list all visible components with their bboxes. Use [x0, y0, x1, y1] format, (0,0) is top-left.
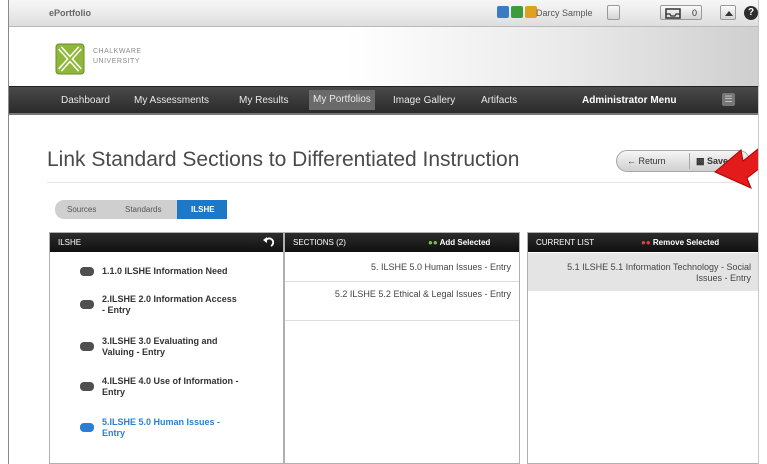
- section-label: 5. ILSHE 5.0 Human Issues - Entry: [370, 262, 511, 272]
- button-divider: [689, 153, 690, 169]
- return-label: Return: [638, 156, 666, 166]
- inbox-icon: [665, 8, 681, 19]
- tree-item-label: 5.ILSHE 5.0 Human Issues - Entry: [102, 417, 221, 438]
- nav-image-gallery[interactable]: Image Gallery: [393, 95, 455, 106]
- tree-item-label: 4.ILSHE 4.0 Use of Information - Entry: [102, 376, 239, 397]
- standard-icon: [80, 423, 94, 432]
- tree-item-label: 1.1.0 ILSHE Information Need: [102, 266, 228, 276]
- remove-selected-button[interactable]: ●● Remove Selected: [641, 238, 719, 247]
- ilshe-panel-header: ILSHE: [50, 233, 283, 252]
- logo-line-1: CHALKWARE: [93, 48, 142, 55]
- app-title: ePortfolio: [49, 8, 91, 18]
- app-switch-icon[interactable]: [497, 6, 509, 18]
- nav-artifacts[interactable]: Artifacts: [481, 95, 517, 106]
- inbox-count: 0: [692, 8, 698, 18]
- nav-administrator-menu[interactable]: Administrator Menu: [582, 95, 676, 106]
- breadcrumb-sources[interactable]: Sources: [55, 200, 113, 219]
- return-button[interactable]: ← Return: [627, 156, 666, 166]
- logo-band: CHALKWARE UNIVERSITY: [9, 27, 758, 86]
- tree-item-label: 3.ILSHE 3.0 Evaluating and Valuing - Ent…: [102, 336, 218, 357]
- current-list-title: CURRENT LIST: [536, 238, 595, 247]
- help-icon[interactable]: ?: [744, 6, 758, 20]
- breadcrumb-standards[interactable]: Standards: [113, 200, 177, 219]
- current-list-panel: CURRENT LIST ●● Remove Selected 5.1 ILSH…: [527, 232, 758, 464]
- tree-item-label: 2.ILSHE 2.0 Information Access - Entry: [102, 294, 237, 315]
- remove-users-icon: ●●: [641, 238, 651, 247]
- title-divider: [47, 182, 747, 183]
- ilshe-panel-title: ILSHE: [58, 238, 82, 247]
- main-nav: Dashboard My Assessments My Results My P…: [9, 86, 758, 115]
- sections-panel-title: SECTIONS (2): [293, 238, 346, 247]
- section-row[interactable]: 5. ILSHE 5.0 Human Issues - Entry: [285, 260, 519, 282]
- section-row[interactable]: 5.2 ILSHE 5.2 Ethical & Legal Issues - E…: [285, 287, 519, 321]
- app-window: ePortfolio Darcy Sample 0 ? CHALKWARE UN…: [8, 0, 759, 464]
- undo-icon[interactable]: [262, 236, 274, 248]
- breadcrumb-ilshe[interactable]: ILSHE: [177, 200, 227, 219]
- arrow-left-icon: ←: [627, 156, 636, 166]
- standard-icon: [80, 300, 94, 309]
- remove-selected-label: Remove Selected: [652, 238, 720, 247]
- nav-collapse-button[interactable]: ☰: [722, 93, 735, 106]
- university-logo[interactable]: CHALKWARE UNIVERSITY: [55, 41, 171, 77]
- standard-icon: [80, 382, 94, 391]
- section-label: 5.2 ILSHE 5.2 Ethical & Legal Issues - E…: [334, 289, 511, 299]
- grid-icon[interactable]: [511, 6, 523, 18]
- nav-my-portfolios[interactable]: My Portfolios: [309, 90, 375, 110]
- expand-button[interactable]: [720, 5, 736, 20]
- standard-icon: [80, 267, 94, 276]
- page-title: Link Standard Sections to Differentiated…: [47, 148, 520, 171]
- current-list-row[interactable]: 5.1 ILSHE 5.1 Information Technology - S…: [528, 253, 758, 291]
- logo-text: CHALKWARE UNIVERSITY: [93, 47, 142, 67]
- nav-my-results[interactable]: My Results: [239, 95, 288, 106]
- add-selected-label: Add Selected: [439, 238, 491, 247]
- ilshe-tree-panel: ILSHE 1.1.0 ILSHE Information Need 2.ILS…: [49, 232, 284, 464]
- top-bar: ePortfolio Darcy Sample 0 ?: [9, 0, 758, 27]
- callout-arrow-icon: [714, 148, 758, 189]
- sections-panel: SECTIONS (2) ●● Add Selected 5. ILSHE 5.…: [284, 232, 520, 464]
- nav-my-assessments[interactable]: My Assessments: [134, 95, 209, 106]
- standard-icon: [80, 342, 94, 351]
- user-name[interactable]: Darcy Sample: [536, 8, 593, 18]
- logo-line-2: UNIVERSITY: [93, 58, 141, 65]
- sections-panel-header: SECTIONS (2) ●● Add Selected: [285, 233, 519, 252]
- caret-up-icon: [725, 11, 733, 16]
- add-selected-button[interactable]: ●● Add Selected: [428, 238, 490, 247]
- add-users-icon: ●●: [428, 238, 438, 247]
- floppy-disk-icon: ▩: [696, 156, 705, 166]
- current-list-header: CURRENT LIST ●● Remove Selected: [528, 233, 758, 252]
- nav-dashboard[interactable]: Dashboard: [61, 95, 110, 106]
- current-list-label: 5.1 ILSHE 5.1 Information Technology - S…: [567, 262, 751, 283]
- logo-shield-icon: [55, 43, 85, 75]
- user-menu-button[interactable]: [607, 5, 620, 20]
